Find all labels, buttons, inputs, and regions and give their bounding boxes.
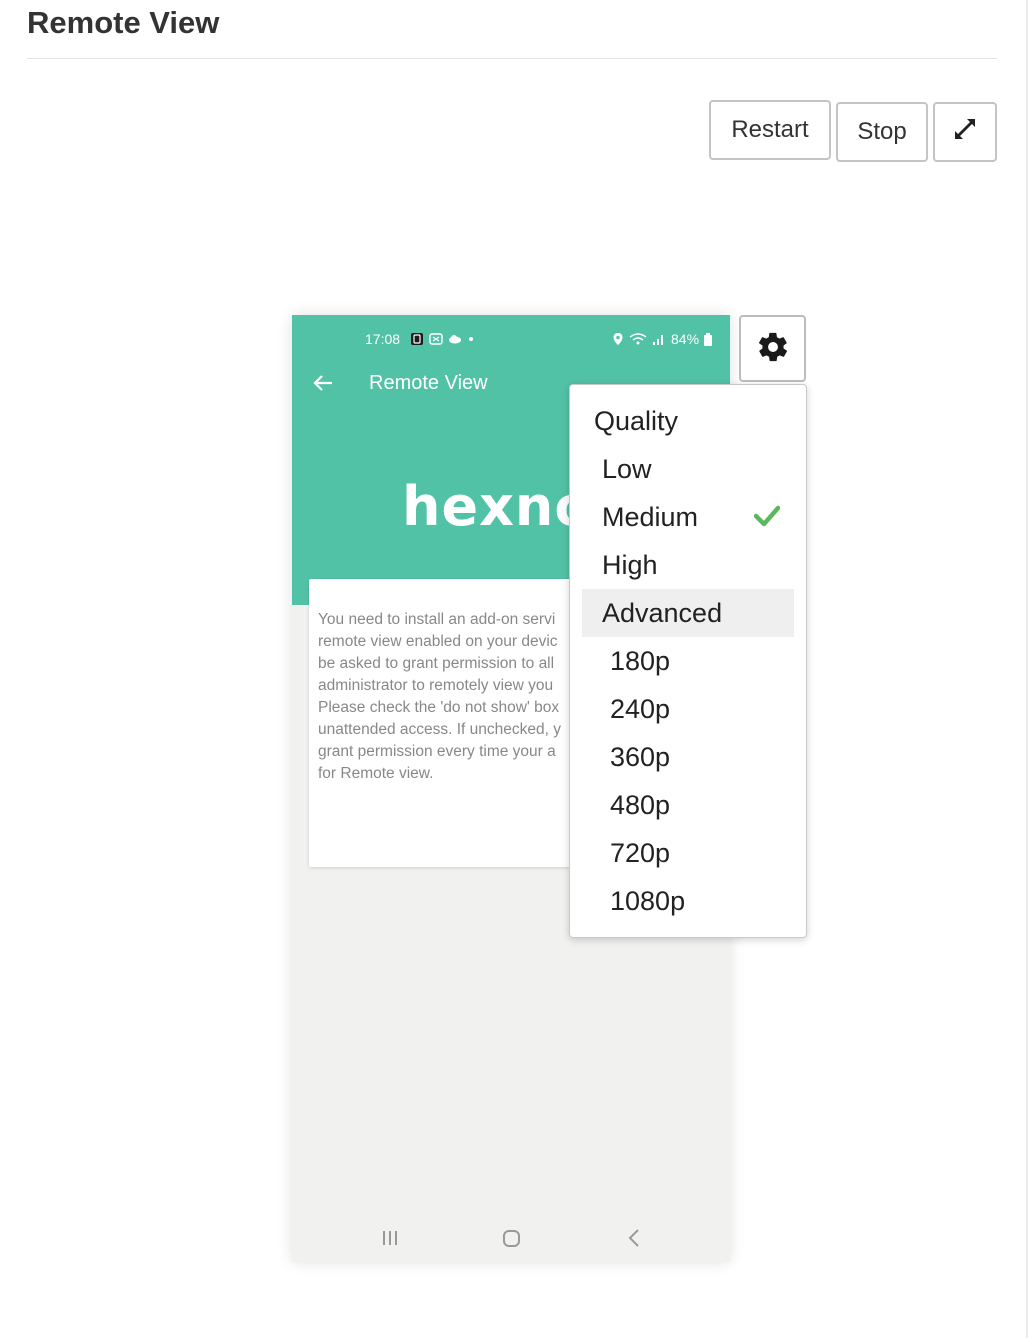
gear-icon xyxy=(756,330,790,367)
menu-item-res-480p[interactable]: 480p xyxy=(582,781,794,829)
device-nav-bar xyxy=(292,1220,730,1256)
menu-item-quality-low[interactable]: Low xyxy=(582,445,794,493)
device-app-title: Remote View xyxy=(369,372,488,394)
wifi-icon xyxy=(629,333,647,345)
restart-button[interactable]: Restart xyxy=(709,100,831,160)
fullscreen-button[interactable] xyxy=(933,102,997,162)
expand-arrows-icon xyxy=(953,117,977,148)
cloud-icon xyxy=(449,335,461,344)
signal-icon xyxy=(653,335,663,345)
page-title: Remote View xyxy=(27,5,220,40)
more-dot-icon xyxy=(469,337,473,341)
home-icon[interactable] xyxy=(503,1230,520,1247)
menu-item-res-360p[interactable]: 360p xyxy=(582,733,794,781)
location-icon xyxy=(613,333,623,345)
checkmark-icon xyxy=(753,505,781,532)
nav-back-icon[interactable] xyxy=(627,1228,641,1253)
menu-item-res-1080p[interactable]: 1080p xyxy=(582,877,794,925)
menu-item-res-240p[interactable]: 240p xyxy=(582,685,794,733)
menu-item-res-720p[interactable]: 720p xyxy=(582,829,794,877)
battery-percent: 84% xyxy=(671,331,700,347)
title-divider xyxy=(27,58,997,59)
cast-icon xyxy=(429,333,443,345)
recent-apps-icon[interactable] xyxy=(381,1230,399,1251)
quality-menu: Quality Low Medium High Advanced 180p 24… xyxy=(569,384,807,938)
page-scrollbar-edge xyxy=(1026,0,1028,1338)
stop-button[interactable]: Stop xyxy=(836,102,928,162)
battery-icon xyxy=(704,332,713,346)
back-arrow-icon[interactable] xyxy=(312,372,334,394)
menu-item-quality-high[interactable]: High xyxy=(582,541,794,589)
device-status-bar: 17:08 84% xyxy=(292,329,730,351)
status-notification-icons xyxy=(410,332,475,346)
menu-item-advanced[interactable]: Advanced xyxy=(582,589,794,637)
app-notification-icon xyxy=(411,333,423,345)
status-system-icons: 84% xyxy=(612,331,713,347)
menu-item-res-180p[interactable]: 180p xyxy=(582,637,794,685)
settings-button[interactable] xyxy=(739,315,806,382)
status-time: 17:08 xyxy=(365,331,401,347)
menu-heading-quality: Quality xyxy=(594,405,679,436)
